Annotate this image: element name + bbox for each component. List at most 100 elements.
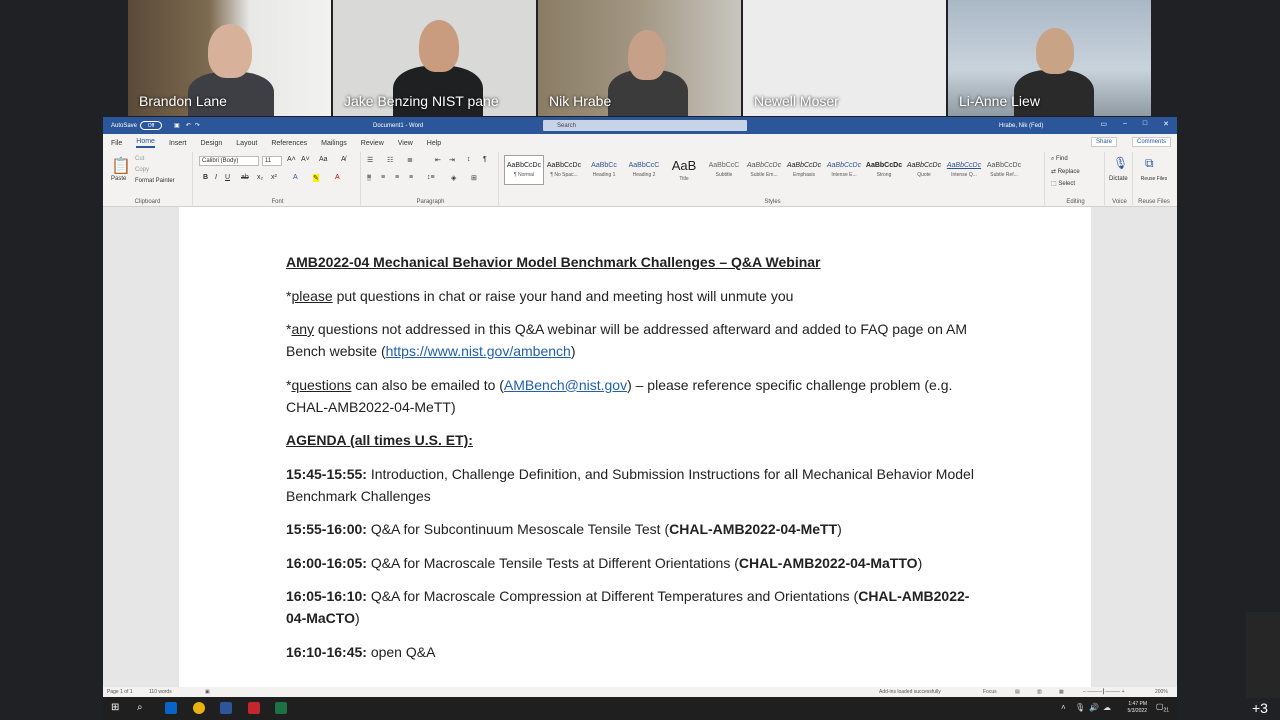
- tab-insert[interactable]: Insert: [169, 140, 187, 147]
- zoom-level[interactable]: 200%: [1155, 689, 1168, 695]
- reuse-files-icon[interactable]: ⧉: [1145, 156, 1154, 171]
- italic-icon[interactable]: I: [215, 174, 217, 181]
- ambench-email-link[interactable]: AMBench@nist.gov: [504, 377, 627, 393]
- tab-references[interactable]: References: [271, 140, 307, 147]
- autosave-toggle[interactable]: AutoSave Off: [111, 121, 163, 130]
- tab-help[interactable]: Help: [427, 140, 441, 147]
- line-spacing-icon[interactable]: ↕≡: [427, 174, 435, 181]
- align-center-icon[interactable]: ≡: [381, 174, 385, 181]
- taskbar-clock[interactable]: 1:47 PM 5/3/2022: [1128, 701, 1147, 715]
- style-intense-quote[interactable]: AaBbCcDc Intense Q...: [944, 155, 984, 185]
- document-page[interactable]: AMB2022-04 Mechanical Behavior Model Ben…: [179, 207, 1091, 687]
- subscript-icon[interactable]: x₂: [257, 174, 263, 181]
- font-color-icon[interactable]: A: [335, 174, 340, 181]
- tab-view[interactable]: View: [398, 140, 413, 147]
- replace-button[interactable]: ⇄ Replace: [1051, 168, 1080, 175]
- word-count[interactable]: 110 words: [149, 689, 172, 695]
- align-left-icon[interactable]: ≡: [367, 174, 372, 181]
- page-count[interactable]: Page 1 of 1: [107, 689, 133, 695]
- shading-icon[interactable]: ◈: [451, 174, 456, 182]
- close-icon[interactable]: ✕: [1163, 120, 1169, 128]
- comments-button[interactable]: Comments: [1131, 137, 1171, 147]
- undo-icon[interactable]: ↶: [186, 122, 191, 129]
- web-layout-icon[interactable]: ▦: [1059, 689, 1064, 695]
- sort-icon[interactable]: ↕: [467, 156, 471, 163]
- microphone-icon[interactable]: 🎙: [1113, 156, 1128, 170]
- style-heading-2[interactable]: AaBbCcC Heading 2: [624, 155, 664, 185]
- zoom-slider[interactable]: – ———┃——— +: [1083, 689, 1125, 695]
- tab-review[interactable]: Review: [361, 140, 384, 147]
- highlight-icon[interactable]: ✎: [313, 174, 319, 182]
- volume-icon[interactable]: 🔊: [1089, 703, 1099, 712]
- reuse-files-button[interactable]: Reuse Files: [1139, 176, 1169, 182]
- underline-icon[interactable]: U: [225, 174, 230, 181]
- change-case-icon[interactable]: Aa: [319, 156, 328, 163]
- style-quote[interactable]: AaBbCcDc Quote: [904, 155, 944, 185]
- superscript-icon[interactable]: x²: [271, 174, 277, 181]
- numbering-icon[interactable]: ☷: [387, 156, 393, 164]
- proofing-icon[interactable]: ▣: [205, 689, 210, 695]
- copy-button[interactable]: Copy: [135, 167, 149, 173]
- notifications-icon[interactable]: ▢21: [1156, 702, 1169, 714]
- style-strong[interactable]: AaBbCcDc Strong: [864, 155, 904, 185]
- paste-button[interactable]: Paste: [111, 176, 126, 182]
- style-emphasis[interactable]: AaBbCcDc Emphasis: [784, 155, 824, 185]
- style-subtle-reference[interactable]: AaBbCcDc Subtle Ref...: [984, 155, 1024, 185]
- bullets-icon[interactable]: ☰: [367, 156, 373, 164]
- search-icon[interactable]: ⌕: [137, 702, 149, 714]
- justify-icon[interactable]: ≡: [409, 174, 413, 181]
- participant-tile[interactable]: Newell Moser: [743, 0, 946, 116]
- acrobat-icon[interactable]: [248, 702, 260, 714]
- participant-tile[interactable]: Brandon Lane: [128, 0, 331, 116]
- focus-button[interactable]: Focus: [983, 689, 997, 695]
- text-effects-icon[interactable]: A: [293, 174, 298, 181]
- read-mode-icon[interactable]: ▤: [1015, 689, 1020, 695]
- style-subtitle[interactable]: AaBbCcC Subtitle: [704, 155, 744, 185]
- search-input[interactable]: Search: [543, 120, 747, 131]
- ribbon-display-icon[interactable]: ▭: [1100, 120, 1107, 128]
- chrome-icon[interactable]: [193, 702, 205, 714]
- font-size-select[interactable]: 11: [262, 156, 282, 166]
- save-icon[interactable]: ▣: [174, 122, 180, 129]
- minimize-icon[interactable]: –: [1123, 120, 1127, 128]
- style-heading-1[interactable]: AaBbCc Heading 1: [584, 155, 624, 185]
- user-name[interactable]: Hrabe, Nik (Fed): [999, 123, 1043, 129]
- borders-icon[interactable]: ⊞: [471, 174, 477, 182]
- excel-icon[interactable]: [275, 702, 287, 714]
- microphone-tray-icon[interactable]: 🎙: [1075, 703, 1085, 712]
- multilevel-list-icon[interactable]: ≣: [407, 156, 413, 164]
- participant-tile[interactable]: Jake Benzing NIST pane: [333, 0, 536, 116]
- decrease-indent-icon[interactable]: ⇤: [435, 156, 441, 164]
- word-icon[interactable]: [220, 702, 232, 714]
- participant-tile[interactable]: Li-Anne Liew: [948, 0, 1151, 116]
- align-right-icon[interactable]: ≡: [395, 174, 399, 181]
- clear-formatting-icon[interactable]: A̸: [341, 156, 346, 163]
- outlook-icon[interactable]: [165, 702, 177, 714]
- strikethrough-icon[interactable]: ab: [241, 174, 249, 181]
- tray-chevron-icon[interactable]: ˄: [1061, 703, 1066, 712]
- redo-icon[interactable]: ↷: [195, 122, 200, 129]
- share-button[interactable]: Share: [1090, 137, 1117, 147]
- overflow-participants-count[interactable]: +3: [1252, 700, 1268, 716]
- cut-button[interactable]: Cut: [135, 156, 144, 162]
- style-title[interactable]: AaB Title: [664, 155, 704, 185]
- tab-home[interactable]: Home: [136, 138, 155, 148]
- bold-icon[interactable]: B: [203, 174, 208, 181]
- select-button[interactable]: ⬚ Select: [1051, 180, 1075, 187]
- tab-layout[interactable]: Layout: [236, 140, 257, 147]
- increase-indent-icon[interactable]: ⇥: [449, 156, 455, 164]
- participant-tile[interactable]: Nik Hrabe: [538, 0, 741, 116]
- network-icon[interactable]: ☁: [1103, 703, 1111, 712]
- shrink-font-icon[interactable]: A˅: [301, 156, 310, 163]
- show-marks-icon[interactable]: ¶: [483, 156, 487, 163]
- print-layout-icon[interactable]: ▥: [1037, 689, 1042, 695]
- dictate-button[interactable]: Dictate: [1109, 176, 1128, 182]
- windows-start-icon[interactable]: ⊞: [111, 702, 123, 714]
- style-no-spacing[interactable]: AaBbCcDc ¶ No Spac...: [544, 155, 584, 185]
- style-normal[interactable]: AaBbCcDc ¶ Normal: [504, 155, 544, 185]
- tab-design[interactable]: Design: [200, 140, 222, 147]
- style-subtle-emphasis[interactable]: AaBbCcDc Subtle Em...: [744, 155, 784, 185]
- tab-mailings[interactable]: Mailings: [321, 140, 347, 147]
- font-name-select[interactable]: Calibri (Body): [199, 156, 259, 166]
- find-button[interactable]: ⌕ Find: [1051, 156, 1068, 163]
